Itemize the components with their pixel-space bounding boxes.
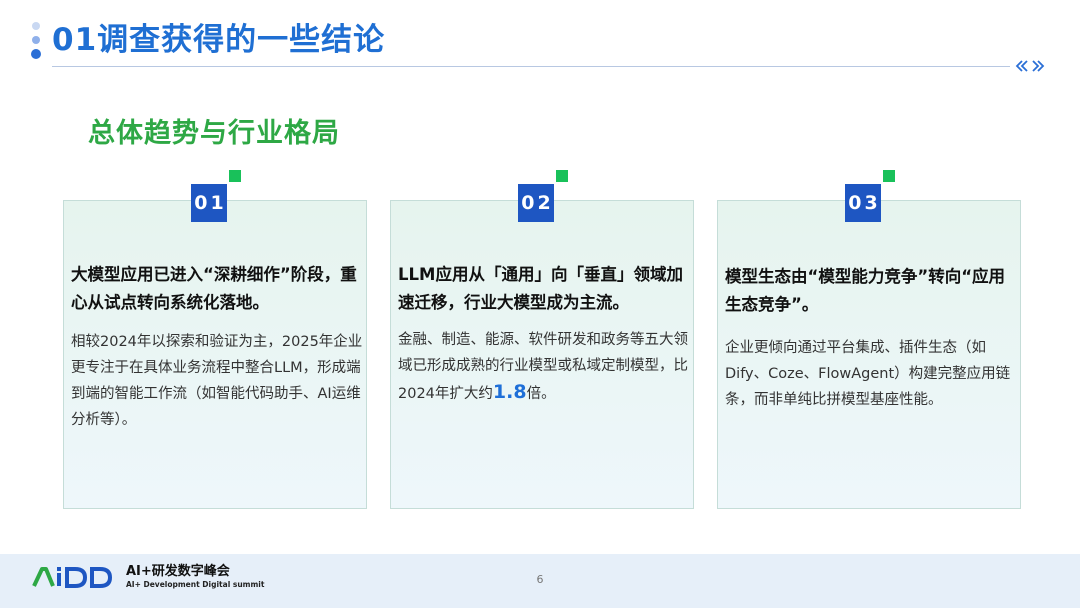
card-body-text: 倍。 (526, 386, 556, 402)
card-body: 相较2024年以探索和验证为主，2025年企业更专注于在具体业务流程中整合LLM… (71, 334, 363, 428)
card-number-badge: 03 (845, 184, 881, 222)
logo-sub-text: AI+ Development Digital summit (126, 580, 265, 589)
section-subtitle: 总体趋势与行业格局 (88, 118, 340, 149)
badge-accent-square (229, 170, 241, 182)
slide-nav[interactable] (1015, 56, 1045, 76)
card-body: 企业更倾向通过平台集成、插件生态（如Dify、Coze、FlowAgent）构建… (725, 340, 1011, 408)
card-body: 金融、制造、能源、软件研发和政务等五大领域已形成成熟的行业模型或私域定制模型，比… (398, 327, 690, 407)
page-number: 6 (536, 573, 544, 586)
conclusion-card-2: 02 LLM应用从「通用」向「垂直」领域加速迁移，行业大模型成为主流。 金融、制… (390, 170, 694, 509)
decoration-dot (32, 22, 40, 30)
title-decoration-dots (30, 22, 42, 62)
aidd-logo-icon (32, 567, 113, 588)
page-title: 01调查获得的一些结论 (52, 22, 386, 58)
decoration-dot (31, 49, 41, 59)
card-number-badge: 02 (518, 184, 554, 222)
card-heading: LLM应用从「通用」向「垂直」领域加速迁移，行业大模型成为主流。 (398, 265, 683, 312)
title-divider (52, 66, 1010, 67)
card-heading: 模型生态由“模型能力竞争”转向“应用生态竞争”。 (725, 267, 1006, 314)
decoration-dot (32, 36, 40, 44)
badge-accent-square (556, 170, 568, 182)
slide-footer: AI+研发数字峰会 AI+ Development Digital summit… (0, 554, 1080, 608)
conclusion-card-3: 03 模型生态由“模型能力竞争”转向“应用生态竞争”。 企业更倾向通过平台集成、… (717, 170, 1021, 509)
card-heading: 大模型应用已进入“深耕细作”阶段，重心从试点转向系统化落地。 (71, 265, 357, 312)
card-number-badge: 01 (191, 184, 227, 222)
conclusion-card-1: 01 大模型应用已进入“深耕细作”阶段，重心从试点转向系统化落地。 相较2024… (63, 170, 367, 509)
aidd-logo: AI+研发数字峰会 AI+ Development Digital summit (32, 564, 264, 590)
logo-text: AI+研发数字峰会 AI+ Development Digital summit (126, 564, 264, 590)
highlight-number: 1.8 (492, 381, 527, 403)
chevron-double-left-icon[interactable] (1015, 59, 1029, 73)
chevron-double-right-icon[interactable] (1031, 59, 1045, 73)
logo-main-text: AI+研发数字峰会 (126, 564, 230, 579)
badge-accent-square (883, 170, 895, 182)
